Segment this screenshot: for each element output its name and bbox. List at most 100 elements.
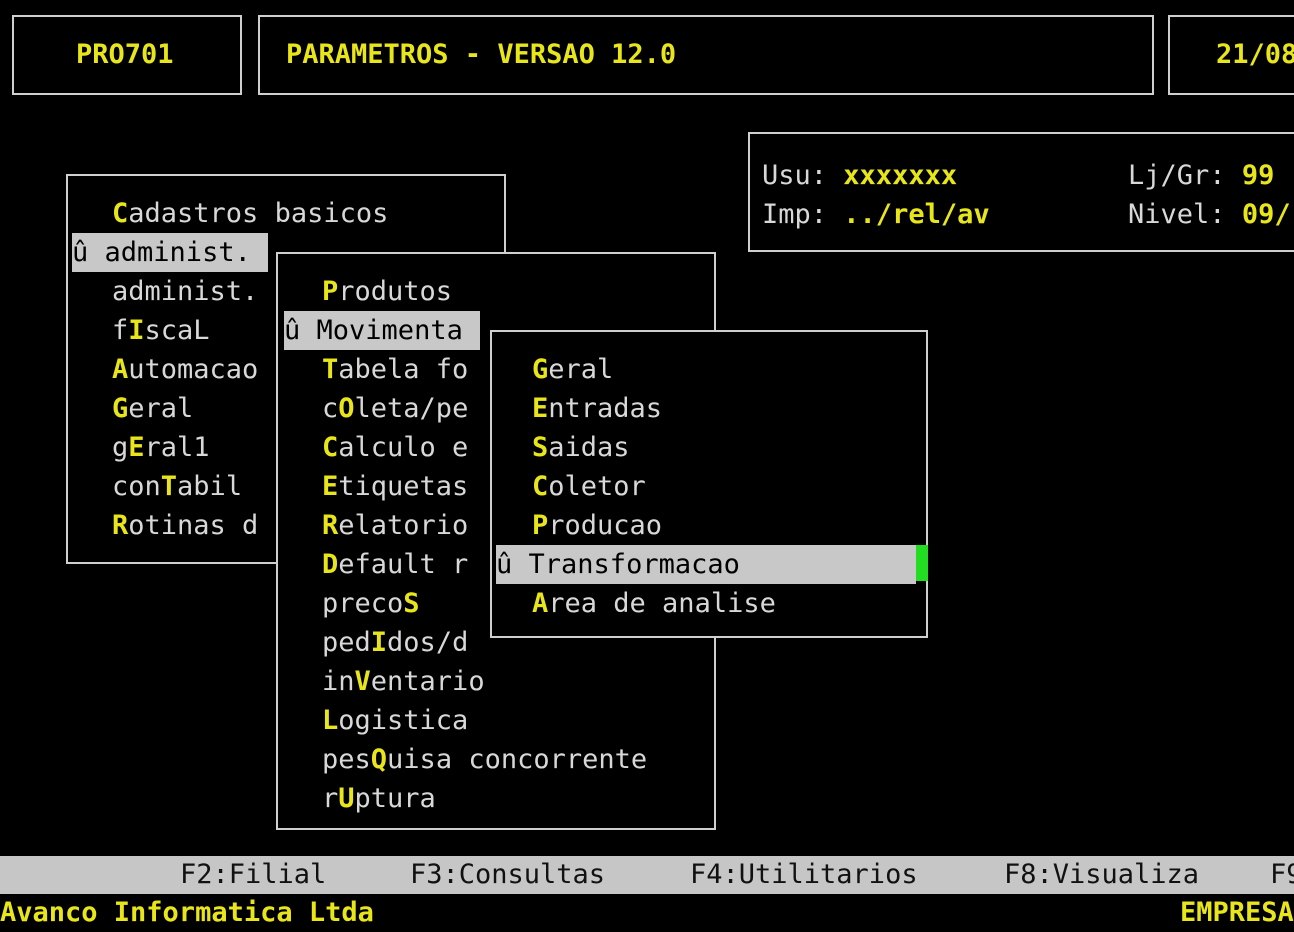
menu-item-hotkey: U (338, 783, 355, 814)
menu-item-label-rest: elatorio (338, 510, 469, 541)
menu1-item[interactable]: û administ. (72, 233, 268, 272)
menu2-item[interactable]: Default r (322, 545, 468, 584)
group-label: Lj/Gr: (1128, 160, 1226, 191)
text-cursor (916, 545, 928, 581)
function-key-f8[interactable]: F8:Visualiza (1004, 856, 1199, 894)
menu-item-label-rest: aidas (548, 432, 630, 463)
user-row: Usu: xxxxxxx (762, 156, 957, 195)
menu2-item[interactable]: pedIdos/d (322, 623, 468, 662)
menu-item-label-rest: uisa concorrente (387, 744, 648, 775)
user-label: Usu: (762, 160, 828, 191)
menu2-item[interactable]: precoS (322, 584, 420, 623)
menu1-item[interactable]: Automacao (112, 350, 258, 389)
menu-item-label: con (112, 471, 161, 502)
function-key-f2[interactable]: F2:Filial (180, 856, 326, 894)
menu-item-hotkey: T (322, 354, 339, 385)
menu1-item[interactable]: Rotinas d (112, 506, 258, 545)
menu1-item[interactable]: administ. (112, 272, 258, 311)
menu-item-hotkey: C (112, 198, 129, 229)
printer-row: Imp: ../rel/av (762, 195, 990, 234)
user-value: xxxxxxx (843, 160, 958, 191)
menu-item-label-rest: efault r (338, 549, 469, 580)
menu-item-hotkey: Q (370, 744, 388, 775)
date-box: 21/08 (1168, 15, 1294, 95)
menu1-item[interactable]: Geral (112, 389, 193, 428)
menu-item-label-rest: tiquetas (338, 471, 469, 502)
level-label: Nivel: (1128, 199, 1226, 230)
menu-item-label-rest: rodutos (338, 276, 453, 307)
menu-item-label-rest: alculo e (338, 432, 469, 463)
menu-item-label: r (322, 783, 339, 814)
company-label: EMPRESA (1180, 897, 1294, 928)
menu-item-hotkey: C (322, 432, 339, 463)
menu-item-label-rest: eral (548, 354, 614, 385)
menu-item-hotkey: L (322, 705, 339, 736)
function-key-f9[interactable]: F9 (1270, 856, 1294, 894)
menu3-item[interactable]: Entradas (532, 389, 662, 428)
menu1-item[interactable]: conTabil (112, 467, 242, 506)
menu3-item[interactable]: û Transformacao (496, 545, 916, 584)
menu3-item[interactable]: Coletor (532, 467, 646, 506)
printer-label: Imp: (762, 199, 828, 230)
menu2-item[interactable]: Etiquetas (322, 467, 468, 506)
menu3-item[interactable]: Area de analise (532, 584, 776, 623)
menu-item-hotkey: R (322, 510, 339, 541)
menu-item-label-rest: utomacao (128, 354, 259, 385)
date-display: 21/08 (1216, 39, 1294, 70)
function-key-f4[interactable]: F4:Utilitarios (690, 856, 918, 894)
menu2-item[interactable]: û Movimenta (284, 311, 480, 350)
level-row: Nivel: 09/ (1128, 195, 1291, 234)
menu-item-label-rest: ral1 (144, 432, 210, 463)
menu-item-hotkey: S (403, 588, 420, 619)
session-info-box: Usu: xxxxxxx Imp: ../rel/av Lj/Gr: 99 Ni… (748, 132, 1294, 252)
menu-item-hotkey: O (338, 393, 355, 424)
menu2-item[interactable]: cOleta/pe (322, 389, 468, 428)
menu-item-label: c (322, 393, 339, 424)
menu3-item[interactable]: Geral (532, 350, 613, 389)
menu-item-label-rest: eral (128, 393, 194, 424)
printer-value: ../rel/av (843, 199, 990, 230)
menu-item-label-rest: rea de analise (548, 588, 776, 619)
menu3-item[interactable]: Saidas (532, 428, 630, 467)
menu-item-hotkey: E (322, 471, 339, 502)
function-key-f3[interactable]: F3:Consultas (410, 856, 605, 894)
menu-item-label-rest: oletor (548, 471, 646, 502)
menu-item-label-rest: abil (177, 471, 243, 502)
menu-item-label-rest: abela fo (338, 354, 469, 385)
menu2-item[interactable]: Logistica (322, 701, 468, 740)
menu1-item[interactable]: gEral1 (112, 428, 210, 467)
selection-marker-icon: û (496, 549, 513, 580)
menu3-item[interactable]: Producao (532, 506, 662, 545)
menu2-item[interactable]: Tabela fo (322, 350, 468, 389)
title-box: PARAMETROS - VERSAO 12.0 (258, 15, 1154, 95)
menu2-item[interactable]: Produtos (322, 272, 452, 311)
menu1-item[interactable]: fIscaL (112, 311, 210, 350)
menu-item-hotkey: T (160, 471, 178, 502)
menu-item-hotkey: C (532, 471, 549, 502)
menu-item-label-rest: ptura (354, 783, 436, 814)
menu-item-label-rest: entario (370, 666, 485, 697)
menu-item-hotkey: I (370, 627, 388, 658)
menu-item-hotkey: R (112, 510, 129, 541)
level-value: 09/ (1241, 199, 1291, 230)
menu-item-label: preco (322, 588, 404, 619)
program-code: PRO701 (76, 39, 174, 70)
menu-item-label: in (322, 666, 355, 697)
menu-item-label-rest: roducao (548, 510, 663, 541)
menu2-item[interactable]: Calculo e (322, 428, 468, 467)
function-key-bar: F2:Filial F3:Consultas F4:Utilitarios F8:Vi… (0, 856, 1294, 894)
menu1-item[interactable]: Cadastros basicos (112, 194, 388, 233)
menu-item-label: Movimenta (316, 315, 463, 346)
menu2-item[interactable]: inVentario (322, 662, 485, 701)
menu-item-label-rest: ogistica (338, 705, 469, 736)
menu-item-hotkey: V (354, 666, 371, 697)
menu-item-label-rest: leta/pe (354, 393, 469, 424)
menu2-item[interactable]: pesQuisa concorrente (322, 740, 647, 779)
menu2-item[interactable]: rUptura (322, 779, 436, 818)
menu-item-hotkey: E (532, 393, 549, 424)
menu-item-hotkey: S (532, 432, 549, 463)
menu2-item[interactable]: Relatorio (322, 506, 468, 545)
menu-item-label: f (112, 315, 129, 346)
group-value: 99 (1241, 160, 1275, 191)
menu-item-hotkey: A (112, 354, 129, 385)
